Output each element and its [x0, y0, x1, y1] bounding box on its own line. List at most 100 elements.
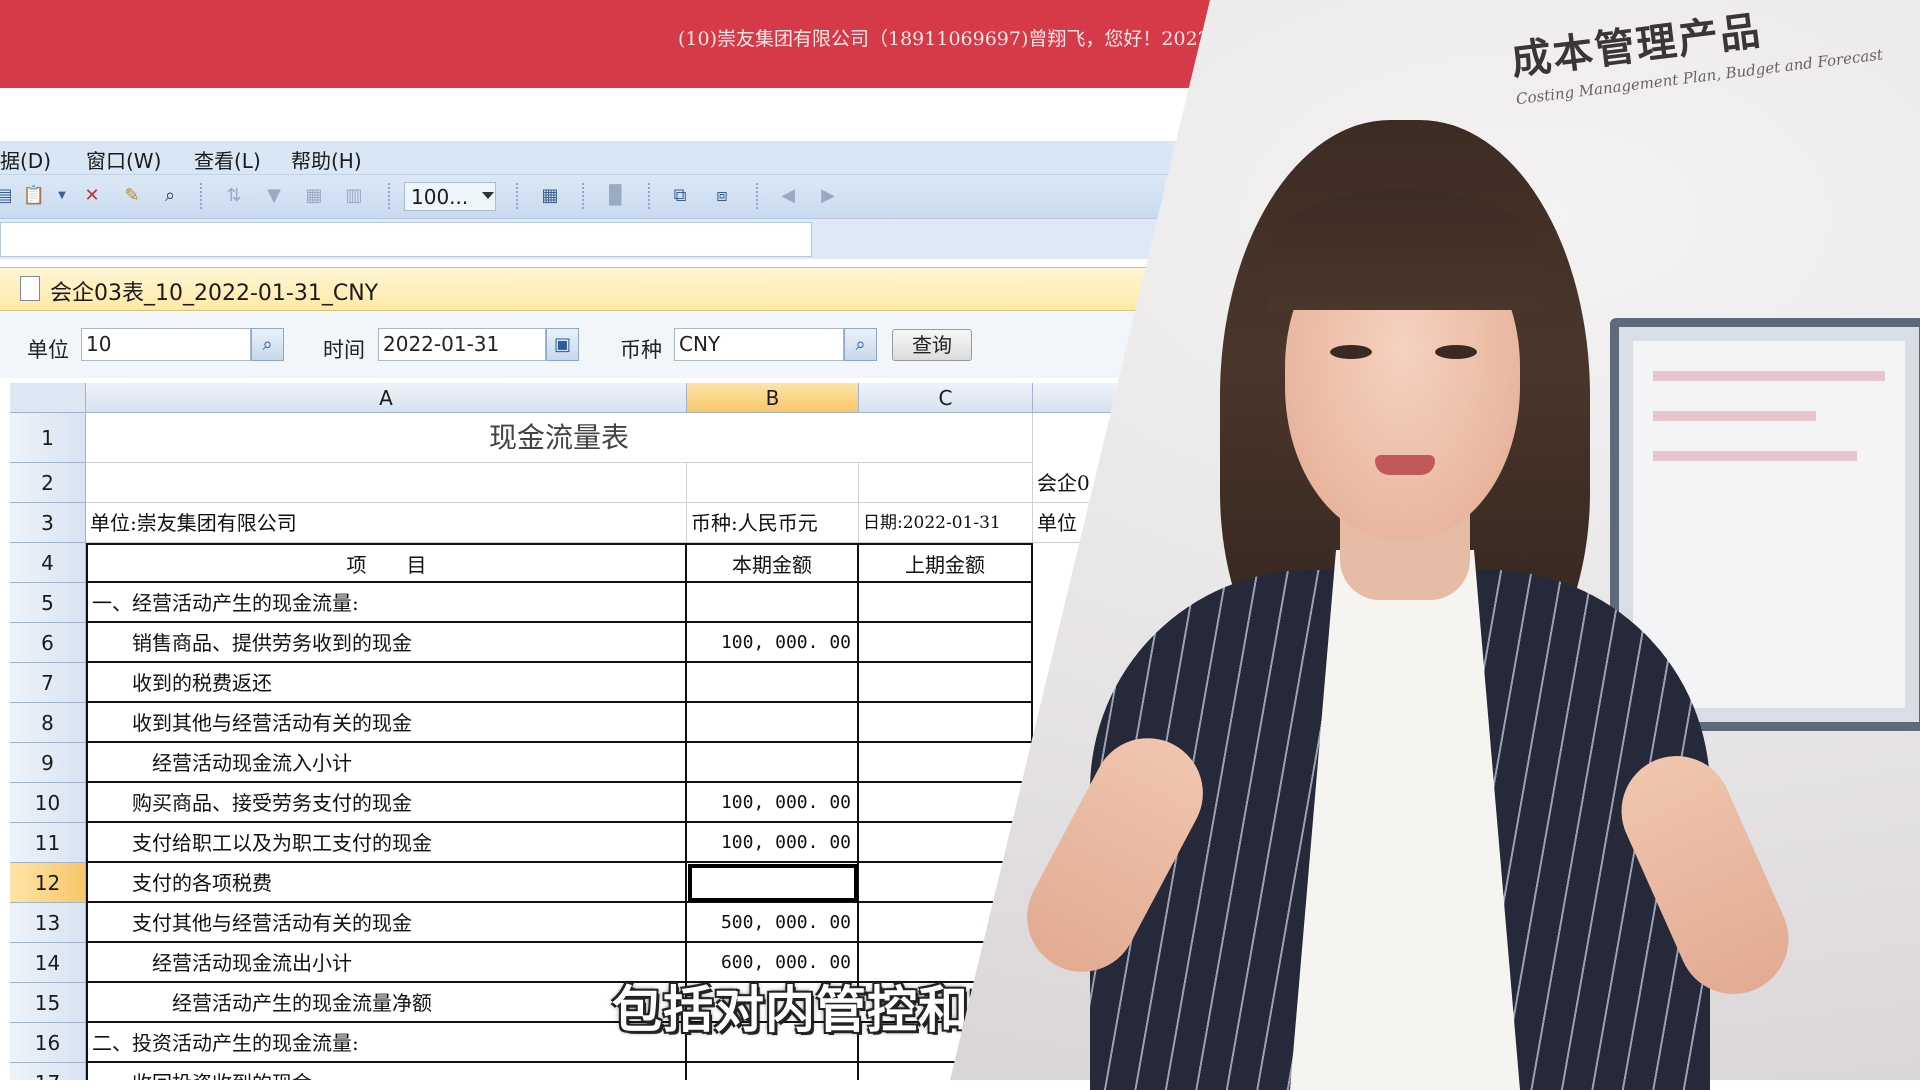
time-input[interactable]: 2022-01-31 — [378, 328, 546, 361]
row-header-11[interactable]: 11 — [10, 823, 86, 863]
row-header-4[interactable]: 4 — [10, 543, 86, 583]
presenter — [1007, 110, 1890, 1090]
row-header-10[interactable]: 10 — [10, 783, 86, 823]
unit-label: 单位 — [27, 338, 69, 362]
document-icon — [20, 276, 40, 301]
current-amount-cell[interactable] — [687, 663, 859, 703]
row-label[interactable]: 经营活动产生的现金流量净额 — [86, 983, 687, 1023]
row-label[interactable]: 收到的税费返还 — [86, 663, 687, 703]
current-amount-cell[interactable] — [687, 743, 859, 783]
toolbar-separator — [648, 183, 650, 211]
formula-input[interactable] — [0, 222, 812, 257]
sheet-tab-title: 会企03表_10_2022-01-31_CNY — [50, 281, 379, 306]
row-label[interactable]: 支付给职工以及为职工支付的现金 — [86, 823, 687, 863]
row-header-1[interactable]: 1 — [10, 413, 86, 463]
previous-amount-cell[interactable] — [859, 783, 1033, 823]
cell-a3[interactable]: 单位:崇友集团有限公司 — [86, 503, 687, 543]
zoom-dropdown-arrow-icon[interactable] — [482, 192, 494, 199]
cell-a2[interactable] — [86, 463, 687, 503]
column-header-a[interactable]: A — [86, 383, 687, 413]
time-label: 时间 — [323, 338, 365, 362]
row-header-16[interactable]: 16 — [10, 1023, 86, 1063]
insert-row-icon[interactable]: ▦ — [302, 184, 326, 208]
toolbar-separator — [200, 183, 202, 211]
paste-icon[interactable]: ▤ — [0, 184, 16, 208]
delete-row-icon[interactable]: ▥ — [342, 184, 366, 208]
row-header-6[interactable]: 6 — [10, 623, 86, 663]
left-arrow-icon[interactable]: ◀ — [776, 184, 800, 208]
previous-amount-cell[interactable] — [859, 663, 1033, 703]
row-header-8[interactable]: 8 — [10, 703, 86, 743]
current-amount-cell[interactable]: 100, 000. 00 — [687, 623, 859, 663]
menu-help[interactable]: 帮助(H) — [291, 145, 362, 174]
calendar-icon[interactable]: ▣ — [546, 328, 579, 361]
row-label[interactable]: 支付其他与经营活动有关的现金 — [86, 903, 687, 943]
query-button[interactable]: 查询 — [892, 329, 972, 361]
current-amount-cell[interactable]: 100, 000. 00 — [687, 823, 859, 863]
cell-c2[interactable] — [859, 463, 1033, 503]
header-previous[interactable]: 上期金额 — [859, 543, 1033, 583]
unit-search-icon[interactable]: ⌕ — [251, 328, 284, 361]
currency-search-icon[interactable]: ⌕ — [844, 328, 877, 361]
brush-icon[interactable]: ✎ — [120, 184, 144, 208]
row-label[interactable]: 一、经营活动产生的现金流量: — [86, 583, 687, 623]
row-header-13[interactable]: 13 — [10, 903, 86, 943]
row-header-15[interactable]: 15 — [10, 983, 86, 1023]
format-icon[interactable]: ▉ — [604, 184, 628, 208]
unit-input[interactable]: 10 — [81, 328, 251, 361]
delete-icon[interactable]: ✕ — [80, 184, 104, 208]
row-label[interactable]: 购买商品、接受劳务支付的现金 — [86, 783, 687, 823]
current-amount-cell[interactable]: 500, 000. 00 — [687, 903, 859, 943]
active-cell[interactable] — [687, 863, 859, 903]
column-header-c[interactable]: C — [859, 383, 1033, 413]
header-item[interactable]: 项 目 — [86, 543, 687, 583]
right-arrow-icon[interactable]: ▶ — [816, 184, 840, 208]
toolbar-separator — [582, 183, 584, 211]
menu-data[interactable]: 据(D) — [0, 145, 51, 174]
currency-label: 币种 — [620, 338, 662, 362]
currency-input[interactable]: CNY — [674, 328, 844, 361]
row-header-14[interactable]: 14 — [10, 943, 86, 983]
row-header-5[interactable]: 5 — [10, 583, 86, 623]
column-header-b[interactable]: B — [687, 383, 859, 413]
row-header-3[interactable]: 3 — [10, 503, 86, 543]
cell-b3[interactable]: 币种:人民币元 — [687, 503, 859, 543]
previous-amount-cell[interactable] — [859, 703, 1033, 743]
current-amount-cell[interactable] — [687, 583, 859, 623]
previous-amount-cell[interactable] — [859, 743, 1033, 783]
cell-b2[interactable] — [687, 463, 859, 503]
report-title[interactable]: 现金流量表 — [86, 413, 1033, 463]
row-header-7[interactable]: 7 — [10, 663, 86, 703]
find-icon[interactable]: ⌕ — [158, 184, 182, 208]
previous-amount-cell[interactable] — [859, 583, 1033, 623]
paste-special-icon[interactable]: ⧈ — [710, 184, 734, 208]
row-label[interactable]: 经营活动现金流入小计 — [86, 743, 687, 783]
copy-icon[interactable]: ⧉ — [668, 184, 692, 208]
row-label[interactable]: 收到其他与经营活动有关的现金 — [86, 703, 687, 743]
row-label[interactable]: 二、投资活动产生的现金流量: — [86, 1023, 687, 1063]
row-label[interactable]: 销售商品、提供劳务收到的现金 — [86, 623, 687, 663]
row-header-17[interactable]: 17 — [10, 1063, 86, 1080]
current-amount-cell[interactable] — [687, 1063, 859, 1080]
cell-c3[interactable]: 日期:2022-01-31 — [859, 503, 1033, 543]
grid-corner[interactable] — [10, 383, 86, 413]
paste-icon[interactable]: 📋 — [22, 184, 46, 208]
menu-view[interactable]: 查看(L) — [194, 145, 261, 174]
row-header-9[interactable]: 9 — [10, 743, 86, 783]
row-header-12[interactable]: 12 — [10, 863, 86, 903]
current-amount-cell[interactable] — [687, 703, 859, 743]
header-current[interactable]: 本期金额 — [687, 543, 859, 583]
toolbar-separator — [388, 183, 390, 211]
filter-icon[interactable]: ▼ — [262, 184, 286, 208]
menu-window[interactable]: 窗口(W) — [86, 145, 161, 174]
row-label[interactable]: 经营活动现金流出小计 — [86, 943, 687, 983]
chevron-down-icon[interactable]: ▼ — [50, 184, 74, 208]
row-header-2[interactable]: 2 — [10, 463, 86, 503]
previous-amount-cell[interactable] — [859, 623, 1033, 663]
row-label[interactable]: 收回投资收到的现金 — [86, 1063, 687, 1080]
calculator-icon[interactable]: ▦ — [538, 184, 562, 208]
current-amount-cell[interactable]: 100, 000. 00 — [687, 783, 859, 823]
row-label[interactable]: 支付的各项税费 — [86, 863, 687, 903]
sheet-tab[interactable]: 会企03表_10_2022-01-31_CNY — [0, 267, 1210, 311]
sort-icon[interactable]: ⇅ — [222, 184, 246, 208]
